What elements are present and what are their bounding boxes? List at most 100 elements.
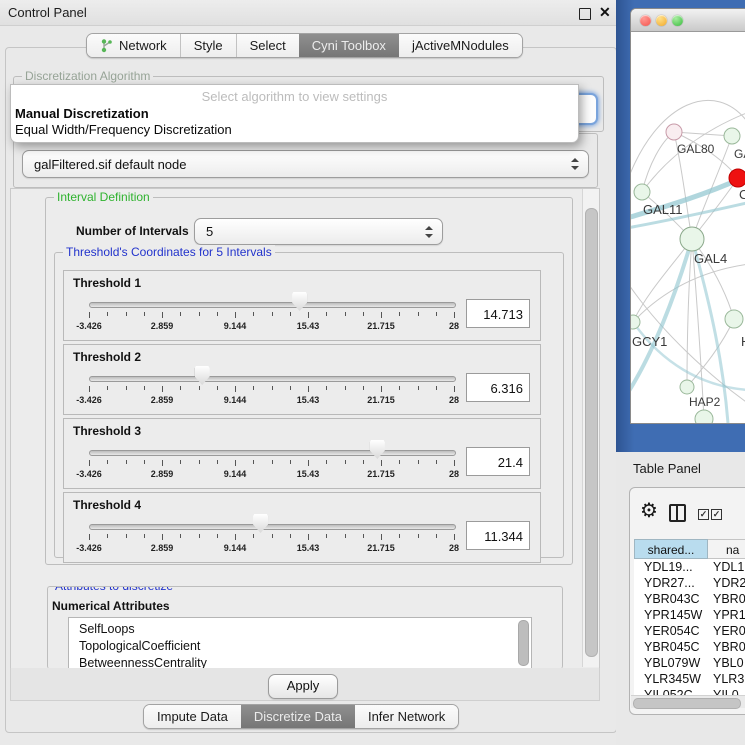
tick-mark (144, 312, 145, 316)
tick-mark (399, 386, 400, 390)
zoom-traffic-light-icon[interactable] (672, 15, 683, 26)
tick-mark (308, 312, 309, 318)
tick-mark (253, 386, 254, 390)
tab-network[interactable]: Network (87, 34, 180, 57)
cell-shared-name: YPR145W (634, 607, 708, 623)
table-data-value: galFiltered.sif default node (34, 157, 186, 172)
tab-label: Style (194, 38, 223, 53)
threshold-panel: Threshold 1-3.4262.8599.14415.4321.71528… (63, 270, 541, 341)
tick-mark (162, 534, 163, 540)
slider-track[interactable] (89, 376, 456, 382)
threshold-value-field[interactable]: 21.4 (466, 447, 530, 476)
algorithm-option-equal-width-frequency[interactable]: Equal Width/Frequency Discretization (15, 122, 574, 138)
network-node[interactable] (680, 380, 694, 394)
tick-mark (454, 534, 455, 540)
table-row[interactable]: YDR27...YDR2 (634, 575, 745, 591)
split-columns-icon[interactable] (669, 504, 686, 522)
float-window-icon[interactable] (579, 8, 591, 20)
slider-track[interactable] (89, 450, 456, 456)
dropdown-placeholder: Select algorithm to view settings (11, 89, 578, 104)
threshold-value-field[interactable]: 11.344 (466, 521, 530, 550)
threshold-value-field[interactable]: 14.713 (466, 299, 530, 328)
slider-track[interactable] (89, 302, 456, 308)
attribute-table: shared... na YDL19...YDL1YDR27...YDR2YBR… (634, 539, 745, 695)
close-icon[interactable]: ✕ (599, 4, 611, 21)
tick-mark (89, 534, 90, 540)
checkbox-icon[interactable]: ✓ (711, 509, 722, 520)
network-node[interactable] (680, 227, 704, 251)
list-scrollbar-thumb[interactable] (518, 620, 529, 666)
table-horizontal-scrollbar-thumb[interactable] (633, 698, 741, 709)
tick-mark (345, 386, 346, 390)
network-canvas[interactable]: GAL80GAGAL11CGAL4GCY1HHAP2 (631, 32, 745, 423)
slider-thumb[interactable] (370, 440, 385, 459)
list-scrollbar[interactable] (518, 620, 529, 666)
list-item[interactable]: BetweennessCentrality (69, 655, 531, 669)
tab-style[interactable]: Style (180, 34, 236, 57)
pane-scrollbar-thumb[interactable] (585, 208, 598, 657)
network-node[interactable] (631, 315, 640, 329)
number-of-intervals-combobox[interactable]: 5 (194, 218, 443, 245)
tick-mark (253, 312, 254, 316)
network-node[interactable] (725, 310, 743, 328)
tab-select[interactable]: Select (236, 34, 299, 57)
group-title: Attributes to discretize (52, 586, 176, 593)
network-edge[interactable] (633, 239, 692, 322)
apply-button[interactable]: Apply (268, 674, 338, 699)
network-edge[interactable] (687, 239, 692, 387)
network-node[interactable] (666, 124, 682, 140)
threshold-value-field[interactable]: 6.316 (466, 373, 530, 402)
table-data-combobox[interactable]: galFiltered.sif default node (22, 150, 589, 178)
tick-mark (217, 534, 218, 538)
tab-cyni-toolbox[interactable]: Cyni Toolbox (299, 34, 399, 57)
gear-icon[interactable]: ⚙ (640, 501, 658, 521)
cell-name: YBR0 (708, 639, 745, 655)
table-row[interactable]: YBL079WYBL0 (634, 655, 745, 671)
tick-mark (454, 386, 455, 392)
tab-impute-data[interactable]: Impute Data (144, 705, 241, 728)
threshold-label: Threshold 2 (73, 350, 141, 364)
tab-jactivemnodules[interactable]: jActiveMNodules (399, 34, 522, 57)
list-item[interactable]: TopologicalCoefficient (69, 638, 531, 655)
table-row[interactable]: YER054CYER0 (634, 623, 745, 639)
tick-mark (162, 312, 163, 318)
network-node[interactable] (729, 169, 745, 187)
list-item[interactable]: SelfLoops (69, 621, 531, 638)
tick-mark (436, 386, 437, 390)
table-subpanel: ⚙ ✓ ✓ shared... na YDL19...YDL1YDR27...Y… (629, 487, 745, 715)
network-node[interactable] (724, 128, 740, 144)
tab-discretize-data[interactable]: Discretize Data (241, 705, 355, 728)
tick-mark (418, 312, 419, 316)
algorithm-option-manual-discretization[interactable]: Manual Discretization (15, 106, 574, 122)
slider-thumb[interactable] (292, 292, 307, 311)
table-row[interactable]: YIL052CYIL0 (634, 687, 745, 695)
table-row[interactable]: YDL19...YDL1 (634, 559, 745, 575)
column-header-name[interactable]: na (708, 539, 745, 559)
network-node[interactable] (634, 184, 650, 200)
table-horizontal-scrollbar[interactable] (631, 695, 745, 708)
cell-shared-name: YDR27... (634, 575, 708, 591)
minimize-traffic-light-icon[interactable] (656, 15, 667, 26)
network-edge[interactable] (642, 132, 674, 192)
table-row[interactable]: YBR045CYBR0 (634, 639, 745, 655)
slider-track[interactable] (89, 524, 456, 530)
column-header-shared-name[interactable]: shared... (634, 539, 708, 559)
tick-mark (308, 534, 309, 540)
close-traffic-light-icon[interactable] (640, 15, 651, 26)
slider-thumb[interactable] (253, 514, 268, 533)
table-row[interactable]: YBR043CYBR0 (634, 591, 745, 607)
tick-mark (89, 460, 90, 466)
tick-mark (144, 460, 145, 464)
tab-infer-network[interactable]: Infer Network (355, 705, 458, 728)
numerical-attributes-list[interactable]: SelfLoopsTopologicalCoefficientBetweenne… (68, 617, 532, 669)
node-label: C (739, 187, 745, 202)
slider-thumb[interactable] (195, 366, 210, 385)
table-row[interactable]: YPR145WYPR1 (634, 607, 745, 623)
threshold-label: Threshold 4 (73, 498, 141, 512)
cell-shared-name: YER054C (634, 623, 708, 639)
network-node[interactable] (695, 410, 713, 423)
checkbox-icon[interactable]: ✓ (698, 509, 709, 520)
pane-scrollbar[interactable] (582, 189, 599, 667)
table-row[interactable]: YLR345WYLR3 (634, 671, 745, 687)
cell-name: YER0 (708, 623, 745, 639)
